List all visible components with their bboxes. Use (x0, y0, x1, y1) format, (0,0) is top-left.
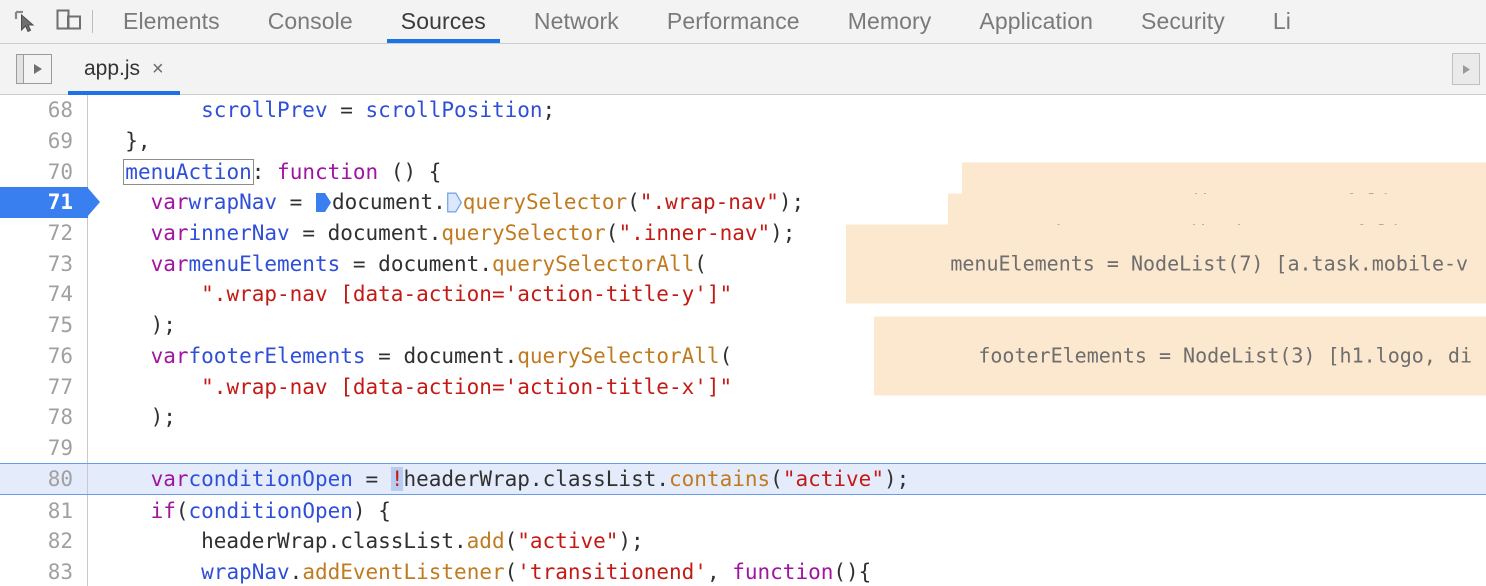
file-bar-right-controls (1452, 44, 1486, 94)
line-number: 76 (0, 340, 88, 372)
tab-performance-label: Performance (666, 8, 800, 34)
line-number: 70 (0, 156, 88, 188)
code-line[interactable]: 73 var menuElements = document. querySele… (0, 224, 1486, 304)
inline-value-hint-footerelements: footerElements = NodeList(3) [h1.logo, d… (874, 316, 1486, 396)
code-line-text: }, (100, 129, 151, 154)
line-number: 78 (0, 401, 88, 433)
file-tab-list: app.js × (68, 44, 180, 95)
line-number: 83 (0, 556, 88, 586)
line-number: 69 (0, 125, 88, 157)
file-tab-app-js[interactable]: app.js × (68, 44, 180, 95)
inline-value-hint-text: footerElements = NodeList(3) [h1.logo, d… (978, 343, 1473, 368)
tab-lighthouse[interactable]: Li (1249, 0, 1315, 43)
code-line-text: headerWrap.classList. add("active"); (100, 529, 644, 554)
code-line-text: wrapNav. addEventListener('transitionend'… (201, 559, 872, 584)
tab-sources-label: Sources (400, 8, 486, 34)
code-line[interactable]: 68 scrollPrev = scrollPosition; (0, 95, 1486, 126)
line-number: 77 (0, 371, 88, 402)
navigator-arrow-glyph (24, 62, 51, 76)
code-line[interactable]: 81 if (conditionOpen) { (0, 495, 1486, 526)
step-into-marker-icon[interactable] (446, 192, 462, 213)
code-line-active[interactable]: 80 var conditionOpen = ! headerWrap. class… (0, 463, 1486, 496)
toolbar-divider (92, 10, 93, 33)
panel-tab-list: Elements Console Sources Network Perform… (99, 0, 1315, 43)
line-number: 73 (0, 248, 88, 280)
tab-elements[interactable]: Elements (99, 0, 244, 43)
tab-security[interactable]: Security (1117, 0, 1249, 43)
devtools-window: Elements Console Sources Network Perform… (0, 0, 1486, 586)
inline-value-hint-menuelements: menuElements = NodeList(7) [a.task.mobil… (846, 224, 1486, 304)
tab-console[interactable]: Console (244, 0, 377, 43)
line-number: 75 (0, 309, 88, 341)
show-navigator-icon[interactable] (16, 54, 52, 84)
tab-application-label: Application (979, 8, 1093, 34)
code-line-text: ); (100, 405, 176, 430)
line-number: 80 (0, 464, 88, 495)
code-line[interactable]: 83 wrapNav. addEventListener('transitione… (0, 556, 1486, 586)
selected-bang-token: ! (390, 467, 404, 492)
line-number: 81 (0, 495, 88, 526)
tab-elements-label: Elements (123, 8, 220, 34)
line-70-rest: : function () { (251, 159, 442, 184)
sources-file-bar: app.js × (0, 44, 1486, 95)
line-number: 79 (0, 432, 88, 464)
code-line-text: if (conditionOpen) { (150, 498, 391, 523)
tab-lighthouse-label: Li (1272, 8, 1291, 34)
tab-console-label: Console (267, 8, 353, 34)
code-line-text: var conditionOpen = ! headerWrap. classLis… (150, 467, 910, 492)
line-number: 74 (0, 279, 88, 310)
tab-network-label: Network (533, 8, 619, 34)
close-icon[interactable]: × (152, 59, 164, 79)
code-line[interactable]: 79 (0, 432, 1486, 464)
inspect-cursor-icon[interactable] (10, 7, 40, 37)
line-number-execution: 71 (0, 187, 100, 218)
tab-application[interactable]: Application (955, 0, 1117, 43)
tab-network[interactable]: Network (510, 0, 643, 43)
navigator-panel-glyph (17, 55, 24, 83)
inline-value-hint-text: menuElements = NodeList(7) [a.task.mobil… (950, 251, 1469, 276)
code-line[interactable]: 82 headerWrap.classList. add("active"); (0, 525, 1486, 557)
tab-sources[interactable]: Sources (377, 0, 510, 43)
code-line[interactable]: 76 var footerElements = document. querySe… (0, 316, 1486, 396)
tab-memory[interactable]: Memory (824, 0, 956, 43)
tab-performance[interactable]: Performance (643, 0, 824, 43)
code-line-text: scrollPrev = scrollPosition; (201, 98, 556, 123)
code-line-text (88, 433, 1486, 464)
file-tab-label: app.js (84, 57, 141, 80)
devtools-panel-bar: Elements Console Sources Network Perform… (0, 0, 1486, 44)
highlighted-token: menuAction (123, 158, 254, 185)
line-number: 68 (0, 95, 88, 126)
source-code-editor[interactable]: 68 scrollPrev = scrollPosition; 69 }, 70… (0, 95, 1486, 586)
device-toolbar-icon[interactable] (54, 7, 84, 37)
code-line[interactable]: 78 ); (0, 401, 1486, 433)
more-tabs-arrow-icon[interactable] (1452, 53, 1480, 85)
line-number: 72 (0, 217, 88, 249)
code-line[interactable]: 69 }, (0, 125, 1486, 157)
line-number: 82 (0, 525, 88, 557)
tab-security-label: Security (1141, 8, 1225, 34)
devtools-tool-icons (0, 0, 90, 43)
step-into-marker-active-icon[interactable] (315, 192, 331, 213)
tab-memory-label: Memory (847, 8, 932, 34)
